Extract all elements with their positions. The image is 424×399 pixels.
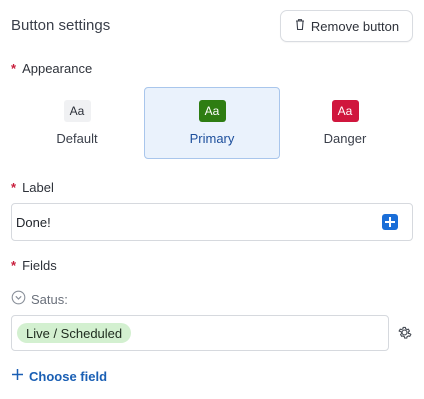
status-field-label: Satus: [31,291,68,307]
insert-variable-button[interactable] [382,214,398,230]
remove-button[interactable]: Remove button [280,10,413,42]
fields-label: * Fields [11,258,57,273]
label-input[interactable]: Done! [11,203,413,241]
appearance-option-label: Danger [323,131,367,146]
gear-icon[interactable] [396,324,413,341]
appearance-swatch-danger: Aa [331,100,359,122]
appearance-option-label: Default [56,131,98,146]
appearance-option-default[interactable]: Aa Default [9,87,145,159]
appearance-swatch-default: Aa [63,100,91,122]
fields-label-text: Fields [22,258,57,273]
label-field-label: * Label [11,180,54,195]
chevron-circle-icon[interactable] [11,290,26,308]
appearance-swatch-primary: Aa [198,100,226,122]
panel-title: Button settings [11,17,111,34]
status-tag: Live / Scheduled [17,323,132,343]
remove-button-label: Remove button [310,18,400,34]
required-mark: * [11,258,17,273]
appearance-option-danger[interactable]: Aa Danger [277,87,413,159]
appearance-option-label: Primary [189,131,235,146]
required-mark: * [11,61,17,76]
appearance-label: * Appearance [11,61,92,76]
choose-field-label: Choose field [29,368,108,384]
label-input-value: Done! [16,215,51,230]
status-field-row: Satus: [11,290,68,308]
plus-icon [11,368,24,384]
status-value-input[interactable]: Live / Scheduled [11,315,389,351]
trash-icon [294,18,306,34]
choose-field-button[interactable]: Choose field [11,368,107,384]
appearance-option-primary[interactable]: Aa Primary [144,87,280,159]
required-mark: * [11,180,17,195]
appearance-label-text: Appearance [22,61,93,76]
label-field-label-text: Label [22,180,54,195]
